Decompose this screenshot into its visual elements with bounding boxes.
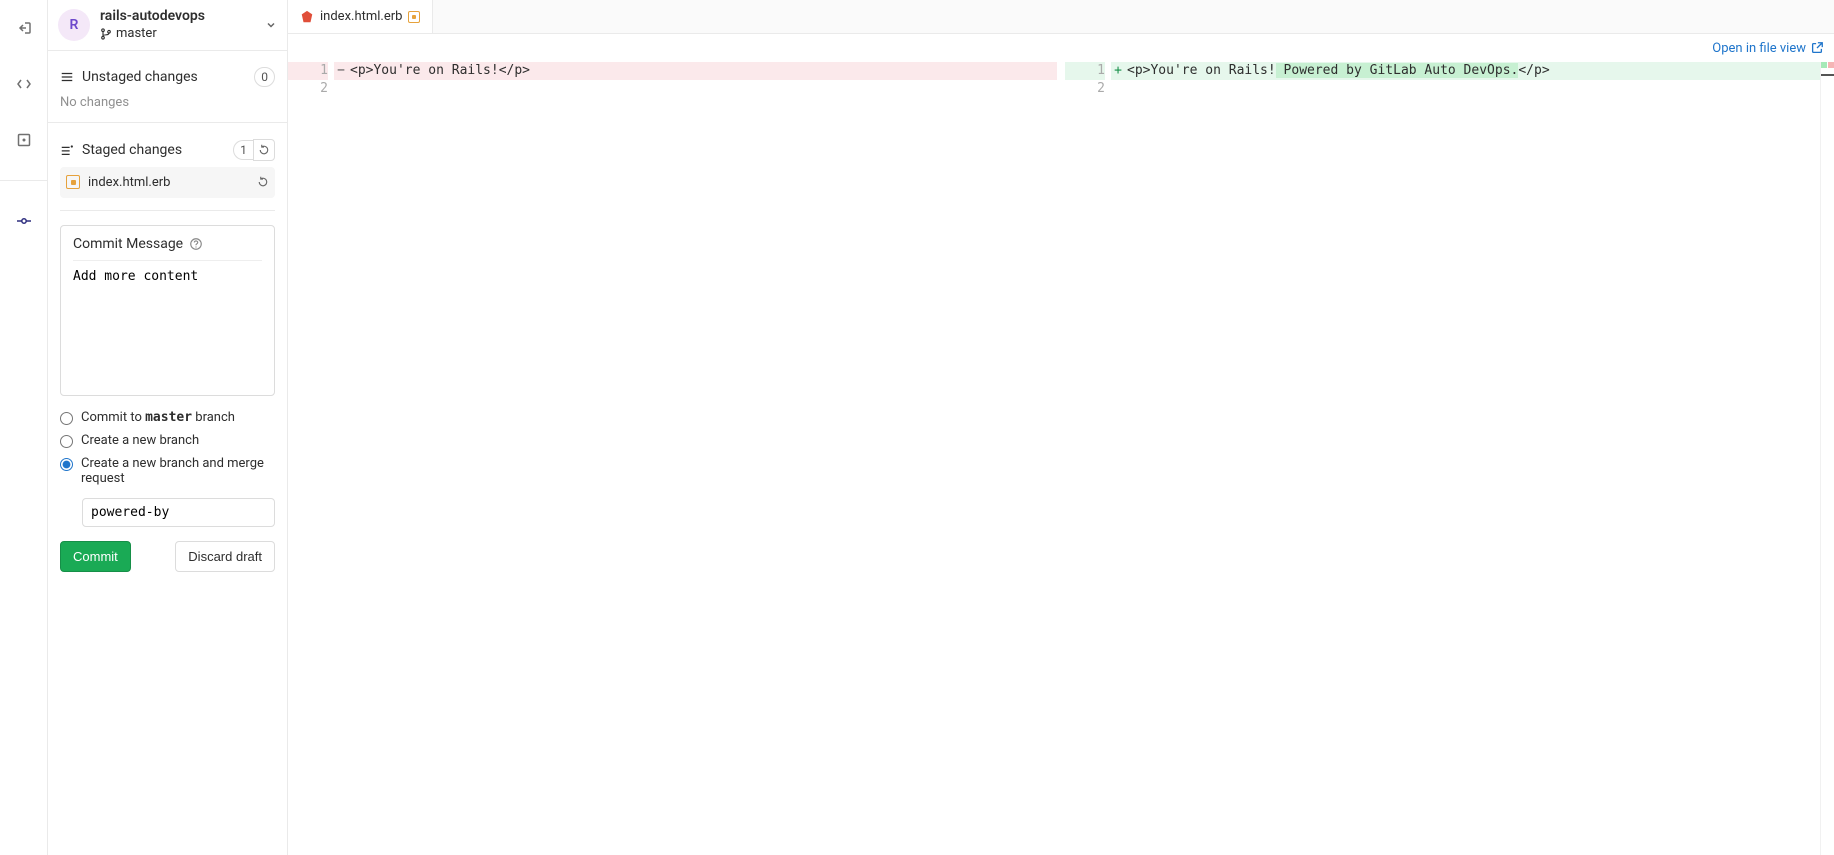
staged-icon: [60, 143, 74, 157]
branch-icon: [100, 28, 112, 40]
staged-header[interactable]: Staged changes 1: [60, 133, 275, 167]
unstaged-header[interactable]: Unstaged changes 0: [60, 61, 275, 93]
radio-new-branch-mr[interactable]: Create a new branch and merge request: [60, 456, 275, 486]
back-icon-button[interactable]: [8, 12, 40, 44]
staged-count-badge: 1: [233, 140, 253, 160]
icon-rail: [0, 0, 48, 855]
left-line-numbers: 1 2: [288, 62, 334, 855]
radio-new-branch[interactable]: Create a new branch: [60, 433, 275, 448]
commit-target-radios: Commit to master branch Create a new bra…: [60, 410, 275, 486]
commit-area: Commit Message Commit to master branch C…: [60, 210, 275, 572]
unstaged-title: Unstaged changes: [82, 69, 246, 85]
right-sign-col: +: [1111, 62, 1125, 855]
branch-line: master: [100, 26, 255, 42]
code-icon-button[interactable]: [8, 68, 40, 100]
project-avatar: R: [58, 9, 90, 41]
commit-button[interactable]: Commit: [60, 541, 131, 572]
new-branch-input[interactable]: [82, 498, 275, 527]
ruby-icon: [300, 10, 314, 24]
review-icon-button[interactable]: [8, 124, 40, 156]
chevron-down-icon: [265, 19, 277, 31]
commit-message-input[interactable]: [73, 269, 262, 379]
right-line-numbers: 1 2: [1065, 62, 1111, 855]
staged-file-item[interactable]: index.html.erb: [60, 167, 275, 198]
unstage-all-button[interactable]: [253, 139, 275, 161]
diff-left-pane[interactable]: 1 2 − <p>You're on Rails!</p>: [288, 62, 1065, 855]
commit-message-box: Commit Message: [60, 225, 275, 396]
radio-commit-to-master[interactable]: Commit to master branch: [60, 410, 275, 425]
commit-icon-button[interactable]: [8, 205, 40, 237]
commit-message-label: Commit Message: [73, 236, 183, 252]
project-name: rails-autodevops: [100, 8, 255, 26]
unstaged-count-badge: 0: [254, 67, 275, 87]
diff-minimap[interactable]: [1820, 62, 1834, 855]
staged-file-name: index.html.erb: [88, 175, 249, 190]
tab-bar: index.html.erb: [288, 0, 1834, 34]
diff-view: 1 2 − <p>You're on Rails!</p> 1 2 +: [288, 62, 1834, 855]
staged-section: Staged changes 1 index.html.erb: [48, 122, 287, 198]
staged-title: Staged changes: [82, 142, 225, 158]
file-action-bar: Open in file view: [288, 34, 1834, 62]
modified-file-icon: [66, 175, 80, 189]
diff-right-pane[interactable]: 1 2 + <p>You're on Rails! Powered by Git…: [1065, 62, 1834, 855]
unstaged-section: Unstaged changes 0 No changes: [48, 51, 287, 116]
branch-name: master: [116, 26, 157, 42]
unstaged-empty: No changes: [60, 93, 275, 116]
tab-filename: index.html.erb: [320, 9, 402, 24]
list-icon: [60, 70, 74, 84]
editor-tab[interactable]: index.html.erb: [288, 0, 433, 33]
left-sign-col: −: [334, 62, 348, 855]
left-code: <p>You're on Rails!</p>: [348, 62, 1057, 855]
external-link-icon: [1810, 41, 1824, 55]
modified-indicator-icon: [408, 11, 420, 23]
commit-sidebar: R rails-autodevops master Unstaged chang…: [48, 0, 288, 855]
right-code: <p>You're on Rails! Powered by GitLab Au…: [1125, 62, 1820, 855]
help-icon[interactable]: [189, 237, 203, 251]
unstage-file-button[interactable]: [257, 176, 269, 188]
open-in-file-view-link[interactable]: Open in file view: [1712, 41, 1824, 56]
project-switcher[interactable]: R rails-autodevops master: [48, 0, 287, 51]
discard-draft-button[interactable]: Discard draft: [175, 541, 275, 572]
rail-divider: [0, 180, 47, 181]
editor-main: index.html.erb Open in file view 1 2 − <…: [288, 0, 1834, 855]
